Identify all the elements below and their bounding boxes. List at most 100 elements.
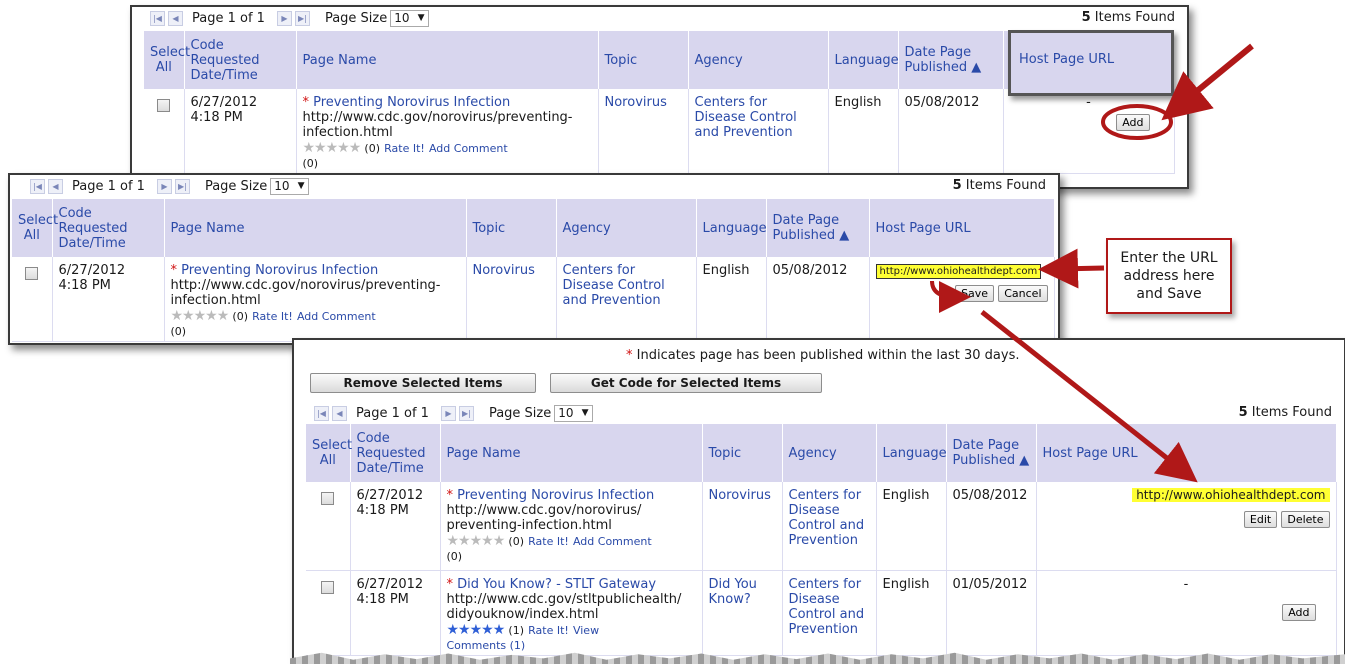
page-name-cell: * Preventing Norovirus Infection http://… <box>440 482 703 571</box>
page-title-link[interactable]: Preventing Norovirus Infection <box>181 263 378 278</box>
host-url-header-highlight: Host Page URL <box>1008 30 1174 96</box>
items-found: 5 Items Found <box>1238 405 1332 420</box>
page-size-select[interactable]: 10 <box>390 9 429 27</box>
cancel-button[interactable]: Cancel <box>998 285 1048 302</box>
arrow-to-add-icon <box>1161 43 1254 121</box>
topic-header[interactable]: Topic <box>466 199 557 257</box>
rate-it-link[interactable]: Rate It! <box>384 142 425 155</box>
prev-page-icon[interactable]: ◀ <box>332 405 347 421</box>
page-indicator: Page 1 of 1 <box>192 10 265 26</box>
prev-page-icon[interactable]: ◀ <box>168 10 183 26</box>
language-cell: English <box>876 482 947 571</box>
first-page-icon[interactable]: |◀ <box>30 178 45 194</box>
language-header[interactable]: Language <box>696 199 767 257</box>
star-icon[interactable]: ★★★★★ <box>447 533 506 549</box>
page-size-select[interactable]: 10 <box>270 177 309 195</box>
page-name-header[interactable]: Page Name <box>296 31 599 89</box>
language-cell: English <box>696 257 767 342</box>
sort-asc-icon: ▲ <box>839 228 850 243</box>
page-name-cell: * Preventing Norovirus Infection http://… <box>164 257 467 342</box>
page-name-header[interactable]: Page Name <box>440 424 703 482</box>
agency-link[interactable]: Centers for Disease Control and Preventi… <box>789 577 865 637</box>
rating-count: (0) <box>508 535 524 548</box>
topic-link[interactable]: Norovirus <box>605 95 667 110</box>
agency-header[interactable]: Agency <box>556 199 697 257</box>
language-header[interactable]: Language <box>828 31 899 89</box>
pager: |◀ ◀ Page 1 of 1 ▶ ▶| Page Size 10 <box>150 7 1187 29</box>
star-icon[interactable]: ★★★★★ <box>447 622 506 638</box>
rate-it-link[interactable]: Rate It! <box>528 624 569 637</box>
next-page-icon[interactable]: ▶ <box>440 405 456 421</box>
star-icon[interactable]: ★★★★★ <box>171 308 230 324</box>
next-page-icon[interactable]: ▶ <box>276 10 292 26</box>
code-requested-cell: 6/27/2012 4:18 PM <box>350 482 441 571</box>
add-comment-link[interactable]: Add Comment <box>573 535 652 548</box>
language-header[interactable]: Language <box>876 424 947 482</box>
page-size-select[interactable]: 10 <box>554 404 593 422</box>
delete-button[interactable]: Delete <box>1281 511 1330 528</box>
row-checkbox[interactable] <box>157 99 171 112</box>
first-page-icon[interactable]: |◀ <box>314 405 329 421</box>
select-all-header[interactable]: Select All <box>12 199 58 257</box>
panel-saved-step: * Indicates page has been published with… <box>292 338 1345 664</box>
published-date-cell: 01/05/2012 <box>946 570 1037 656</box>
add-url-button[interactable]: Add <box>1116 114 1150 131</box>
last-page-icon[interactable]: ▶| <box>174 178 190 194</box>
save-button[interactable]: Save <box>955 285 995 302</box>
code-requested-cell: 6/27/2012 4:18 PM <box>184 89 297 174</box>
page-title-link[interactable]: Preventing Norovirus Infection <box>457 488 654 503</box>
select-all-header[interactable]: Select All <box>306 424 352 482</box>
results-table: Select All Code Requested Date/Time Page… <box>12 199 1055 342</box>
get-code-button[interactable]: Get Code for Selected Items <box>550 373 822 393</box>
agency-link[interactable]: Centers for Disease Control and Preventi… <box>563 263 665 308</box>
page-url: http://www.cdc.gov/stltpublichealth/didy… <box>446 591 682 622</box>
rating-count: (0) <box>364 142 380 155</box>
code-requested-header: Code Requested Date/Time <box>350 424 441 482</box>
topic-header[interactable]: Topic <box>598 31 689 89</box>
date-published-header[interactable]: Date Page Published ▲ <box>766 199 870 257</box>
topic-link[interactable]: Did You Know? <box>709 577 757 607</box>
row-checkbox[interactable] <box>321 492 335 505</box>
page-indicator: Page 1 of 1 <box>356 405 429 421</box>
first-page-icon[interactable]: |◀ <box>150 10 165 26</box>
rate-it-link[interactable]: Rate It! <box>528 535 569 548</box>
star-icon[interactable]: ★★★★★ <box>303 140 362 156</box>
page-title-link[interactable]: Did You Know? - STLT Gateway <box>457 577 656 592</box>
row-checkbox[interactable] <box>25 267 39 280</box>
date-published-header[interactable]: Date Page Published ▲ <box>898 31 1004 89</box>
select-all-header[interactable]: Select All <box>144 31 190 89</box>
page-size-label: Page Size <box>204 178 268 194</box>
last-page-icon[interactable]: ▶| <box>458 405 474 421</box>
page-name-cell: * Did You Know? - STLT Gateway http://ww… <box>440 570 703 656</box>
host-url-input[interactable]: http://www.ohiohealthdept.com <box>875 264 1042 279</box>
sort-asc-icon: ▲ <box>1019 453 1030 468</box>
page-title-link[interactable]: Preventing Norovirus Infection <box>313 95 510 110</box>
topic-link[interactable]: Norovirus <box>473 263 535 278</box>
add-comment-link[interactable]: Add Comment <box>429 142 508 155</box>
page-name-header[interactable]: Page Name <box>164 199 467 257</box>
edit-button[interactable]: Edit <box>1243 511 1278 528</box>
next-page-icon[interactable]: ▶ <box>156 178 172 194</box>
page-size-label: Page Size <box>488 405 552 421</box>
sort-asc-icon: ▲ <box>971 60 982 75</box>
remove-selected-button[interactable]: Remove Selected Items <box>310 373 536 393</box>
add-comment-link[interactable]: Add Comment <box>297 310 376 323</box>
comments-link[interactable]: Comments (1) <box>447 639 526 652</box>
topic-header[interactable]: Topic <box>702 424 783 482</box>
rate-it-link[interactable]: Rate It! <box>252 310 293 323</box>
agency-link[interactable]: Centers for Disease Control and Preventi… <box>695 95 797 140</box>
last-page-icon[interactable]: ▶| <box>294 10 310 26</box>
prev-page-icon[interactable]: ◀ <box>48 178 63 194</box>
row-checkbox[interactable] <box>321 580 335 594</box>
published-date-cell: 05/08/2012 <box>766 257 870 342</box>
agency-link[interactable]: Centers for Disease Control and Preventi… <box>789 488 865 548</box>
agency-header[interactable]: Agency <box>782 424 877 482</box>
add-url-button[interactable]: Add <box>1282 603 1316 621</box>
view-comments-link[interactable]: View <box>573 624 599 637</box>
new-page-notice: * Indicates page has been published with… <box>626 348 1020 363</box>
topic-link[interactable]: Norovirus <box>709 488 771 503</box>
pager: |◀ ◀ Page 1 of 1 ▶ ▶| Page Size 10 <box>30 175 1058 197</box>
date-published-header[interactable]: Date Page Published ▲ <box>946 424 1037 482</box>
agency-header[interactable]: Agency <box>688 31 829 89</box>
new-page-asterisk: * <box>170 263 178 278</box>
